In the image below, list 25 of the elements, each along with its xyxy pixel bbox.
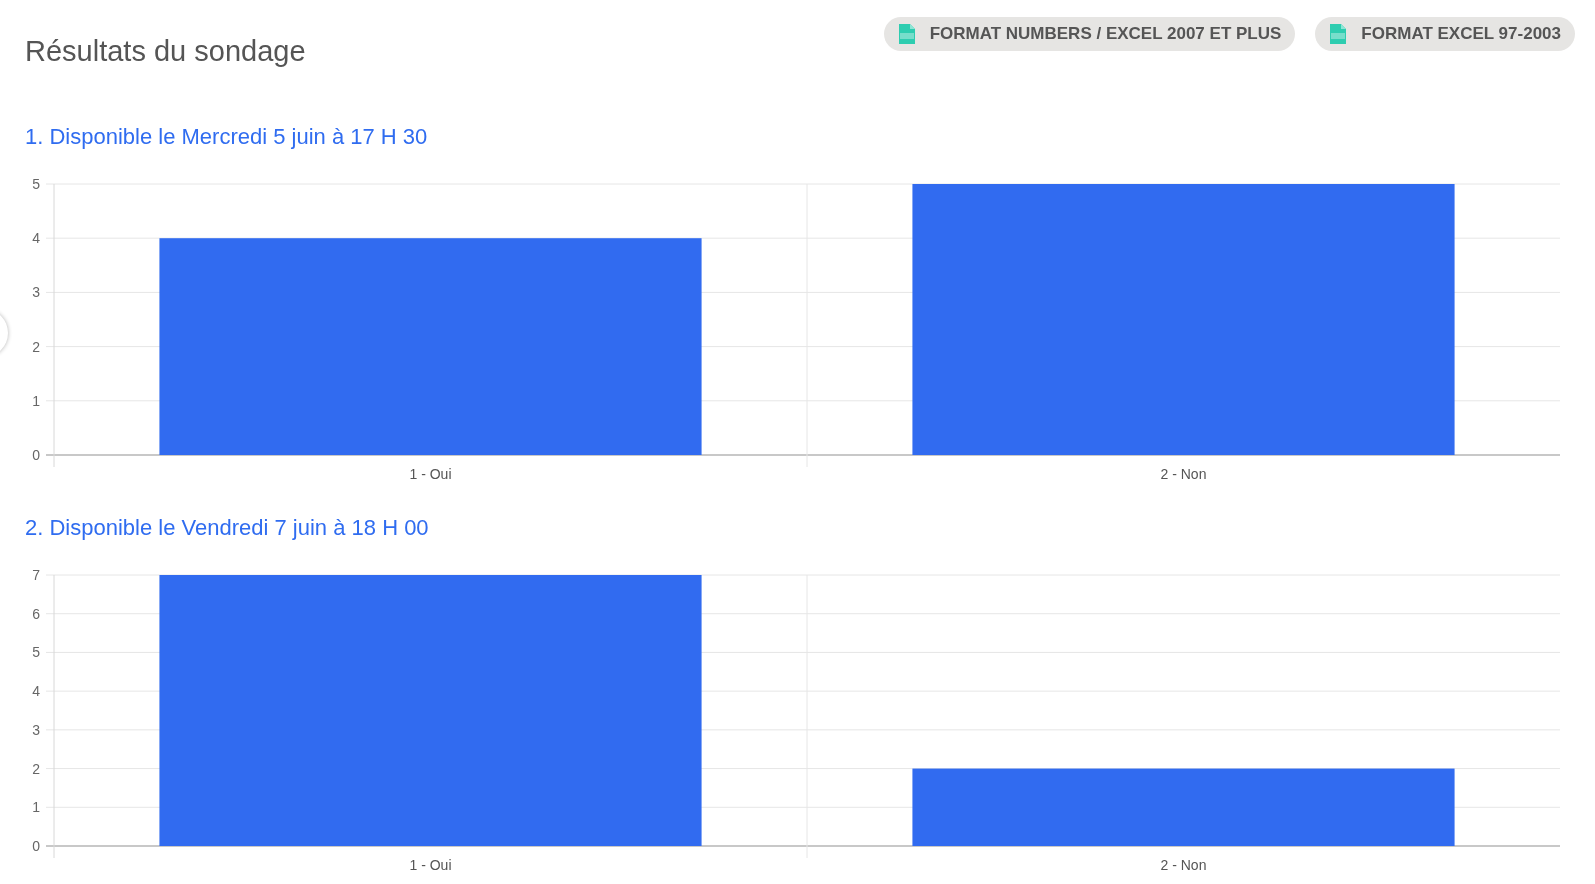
axis-tick-label: 1 [32,392,40,409]
category-label: 2 - Non [1160,857,1207,873]
question-title: 2. Disponible le Vendredi 7 juin à 18 H 00 [24,514,430,542]
axis-tick-label: 3 [32,284,40,301]
page-title: Résultats du sondage [25,37,306,66]
axis-tick-label: 5 [32,176,40,192]
category-label: 2 - Non [1160,466,1207,482]
axis-tick-label: 3 [32,721,40,738]
axis-tick-label: 1 [32,799,40,816]
axis-tick-label: 2 [32,760,40,777]
category-label: 1 - Oui [409,857,452,873]
axis-tick-label: 6 [32,605,40,622]
axis-tick-label: 0 [32,838,40,854]
spreadsheet-file-icon [1329,23,1348,45]
question-title: 1. Disponible le Mercredi 5 juin à 17 H 30 [24,123,429,151]
category-label: 1 - Oui [409,466,452,482]
export-button[interactable]: FORMAT NUMBERS / EXCEL 2007 ET PLUS [883,17,1296,51]
axis-tick-label: 4 [32,230,40,247]
spreadsheet-file-icon [897,23,916,45]
axis-tick-label: 7 [32,567,40,583]
export-button[interactable]: FORMAT EXCEL 97-2003 [1315,17,1575,51]
axis-tick-label: 5 [32,644,40,661]
axis-tick-label: 2 [32,338,40,355]
axis-tick-label: 0 [32,447,40,463]
axis-tick-label: 4 [32,683,40,700]
